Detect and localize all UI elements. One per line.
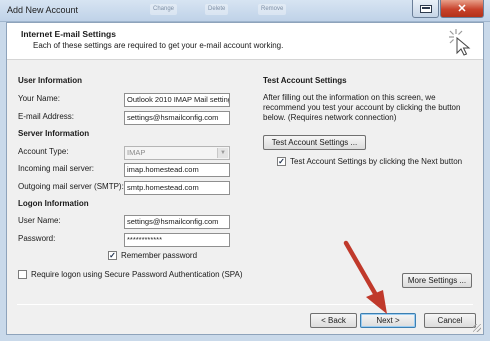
header-subtitle: Each of these settings are required to g…: [33, 41, 284, 50]
checkmark-icon: ✓: [278, 157, 285, 166]
test-description-line-1: After filling out the information on thi…: [263, 93, 436, 102]
user-info-heading: User Information: [18, 76, 83, 85]
checkmark-icon: ✓: [109, 251, 116, 260]
account-type-select: IMAP ▼: [124, 146, 230, 160]
email-address-field[interactable]: settings@hsmailconfig.com: [124, 111, 230, 125]
auto-test-label: Test Account Settings by clicking the Ne…: [290, 157, 463, 166]
chevron-down-icon: ▼: [217, 148, 228, 158]
dialog-header: Internet E-mail Settings Each of these s…: [7, 23, 483, 60]
close-button[interactable]: ✕: [440, 0, 484, 18]
remember-password-checkbox[interactable]: ✓: [108, 251, 117, 260]
outgoing-server-field[interactable]: smtp.homestead.com: [124, 181, 230, 195]
window-icon: [419, 4, 432, 13]
header-title: Internet E-mail Settings: [21, 29, 116, 39]
server-info-heading: Server Information: [18, 129, 90, 138]
resize-grip[interactable]: [473, 324, 481, 332]
close-icon: ✕: [457, 3, 467, 15]
more-settings-button[interactable]: More Settings ...: [402, 273, 472, 288]
outgoing-server-label: Outgoing mail server (SMTP):: [18, 182, 124, 191]
email-address-label: E-mail Address:: [18, 112, 75, 121]
title-bar: Add New Account Change Delete Remove ✕: [0, 0, 490, 22]
test-settings-heading: Test Account Settings: [263, 76, 347, 85]
window-title: Add New Account: [7, 5, 79, 15]
next-button[interactable]: Next >: [360, 313, 416, 328]
your-name-field[interactable]: Outlook 2010 IMAP Mail setting: [124, 93, 230, 107]
auto-test-checkbox[interactable]: ✓: [277, 157, 286, 166]
password-label: Password:: [18, 234, 56, 243]
cancel-button[interactable]: Cancel: [424, 313, 476, 328]
restore-button[interactable]: [412, 0, 439, 18]
password-field[interactable]: ************: [124, 233, 230, 247]
your-name-label: Your Name:: [18, 94, 60, 103]
back-button[interactable]: < Back: [310, 313, 357, 328]
test-description-line-2: recommend you test your account by click…: [263, 103, 461, 112]
incoming-server-label: Incoming mail server:: [18, 164, 95, 173]
account-type-value: IMAP: [127, 148, 146, 157]
user-name-label: User Name:: [18, 216, 61, 225]
test-account-settings-button[interactable]: Test Account Settings ...: [263, 135, 366, 150]
incoming-server-field[interactable]: imap.homestead.com: [124, 163, 230, 177]
background-tab-change: Change: [150, 4, 178, 15]
background-tab-remove: Remove: [258, 4, 287, 15]
remember-password-label: Remember password: [121, 251, 198, 260]
spa-checkbox[interactable]: [18, 270, 27, 279]
cursor-sparkle-icon: [449, 29, 471, 56]
spa-label: Require logon using Secure Password Auth…: [31, 270, 243, 279]
background-tab-delete: Delete: [205, 4, 229, 15]
dialog-body: Internet E-mail Settings Each of these s…: [6, 22, 484, 335]
test-description-line-3: below. (Requires network connection): [263, 113, 397, 122]
user-name-field[interactable]: settings@hsmailconfig.com: [124, 215, 230, 229]
footer-divider: [17, 304, 473, 305]
logon-info-heading: Logon Information: [18, 199, 89, 208]
account-type-label: Account Type:: [18, 147, 69, 156]
